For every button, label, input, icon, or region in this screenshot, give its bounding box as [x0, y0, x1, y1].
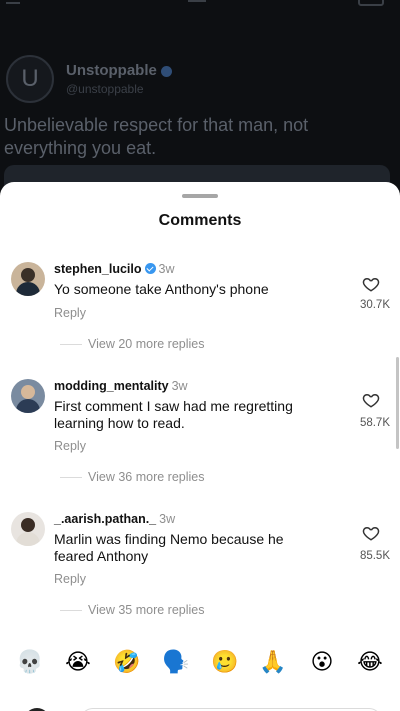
- comment-username[interactable]: stephen_lucilo 3w: [54, 262, 175, 276]
- comment-input-area: [0, 696, 400, 711]
- verified-icon: [144, 263, 156, 274]
- post-author-handle: @unstoppable: [66, 82, 144, 96]
- loudly-crying-emoji-button[interactable]: 😭: [63, 648, 93, 678]
- comment-text: Marlin was finding Nemo because he feare…: [54, 531, 284, 564]
- reply-button[interactable]: Reply: [54, 306, 86, 320]
- tears-of-joy-emoji-button[interactable]: 😂: [355, 648, 385, 678]
- like-heart-icon[interactable]: [362, 275, 380, 293]
- view-replies-button[interactable]: View 36 more replies: [60, 470, 205, 484]
- skull-emoji-button[interactable]: 💀: [15, 648, 45, 678]
- avatar[interactable]: [11, 262, 45, 296]
- view-replies-button[interactable]: View 20 more replies: [60, 337, 205, 351]
- folded-hands-emoji-button[interactable]: 🙏: [258, 648, 288, 678]
- comments-sheet: Comments stephen_lucilo 3w Yo someone tak…: [0, 182, 400, 711]
- scrollbar[interactable]: [396, 357, 399, 449]
- speaking-head-emoji-button[interactable]: 🗣️: [161, 648, 191, 678]
- background-post: U Unstoppable @unstoppable Unbelievable …: [0, 0, 400, 200]
- like-count: 30.7K: [359, 299, 390, 311]
- rofl-emoji-button[interactable]: 🤣: [112, 648, 142, 678]
- view-replies-button[interactable]: View 35 more replies: [60, 603, 205, 617]
- comment-text: Yo someone take Anthony's phone: [54, 281, 269, 297]
- post-author-avatar: U: [6, 55, 54, 103]
- comment-time: 3w: [158, 262, 175, 276]
- like-heart-icon[interactable]: [362, 391, 380, 409]
- comment-text: First comment I saw had me regretting le…: [54, 398, 293, 431]
- reply-button[interactable]: Reply: [54, 439, 86, 453]
- emoji-quick-bar: 💀 😭 🤣 🗣️ 🥲 🙏 😮 😂: [0, 648, 400, 684]
- smiling-tear-emoji-button[interactable]: 🥲: [210, 648, 240, 678]
- comment-item: modding_mentality 3w First comment I saw …: [0, 379, 400, 499]
- post-author-name: Unstoppable: [66, 62, 172, 79]
- comment-item: _.aarish.pathan._ 3w Marlin was finding N…: [0, 512, 400, 632]
- surprised-emoji-button[interactable]: 😮: [307, 648, 337, 678]
- menu-icon: [358, 0, 384, 6]
- post-text: Unbelievable respect for that man, not e…: [4, 115, 309, 158]
- reply-button[interactable]: Reply: [54, 572, 86, 586]
- drag-handle[interactable]: [182, 194, 218, 198]
- comment-username[interactable]: modding_mentality 3w: [54, 379, 188, 393]
- comment-time: 3w: [171, 379, 188, 393]
- like-heart-icon[interactable]: [362, 524, 380, 542]
- like-count: 85.5K: [359, 550, 390, 562]
- comment-item: stephen_lucilo 3w Yo someone take Anthony…: [0, 262, 400, 382]
- avatar[interactable]: [11, 379, 45, 413]
- sheet-title: Comments: [158, 212, 242, 229]
- verified-icon: [160, 65, 172, 77]
- comment-username[interactable]: _.aarish.pathan._ 3w: [54, 512, 175, 526]
- top-bar-icons: [0, 0, 400, 6]
- comment-time: 3w: [159, 512, 176, 526]
- back-icon: [6, 0, 20, 4]
- avatar[interactable]: [11, 512, 45, 546]
- like-count: 58.7K: [359, 417, 390, 429]
- more-icon: [188, 0, 206, 2]
